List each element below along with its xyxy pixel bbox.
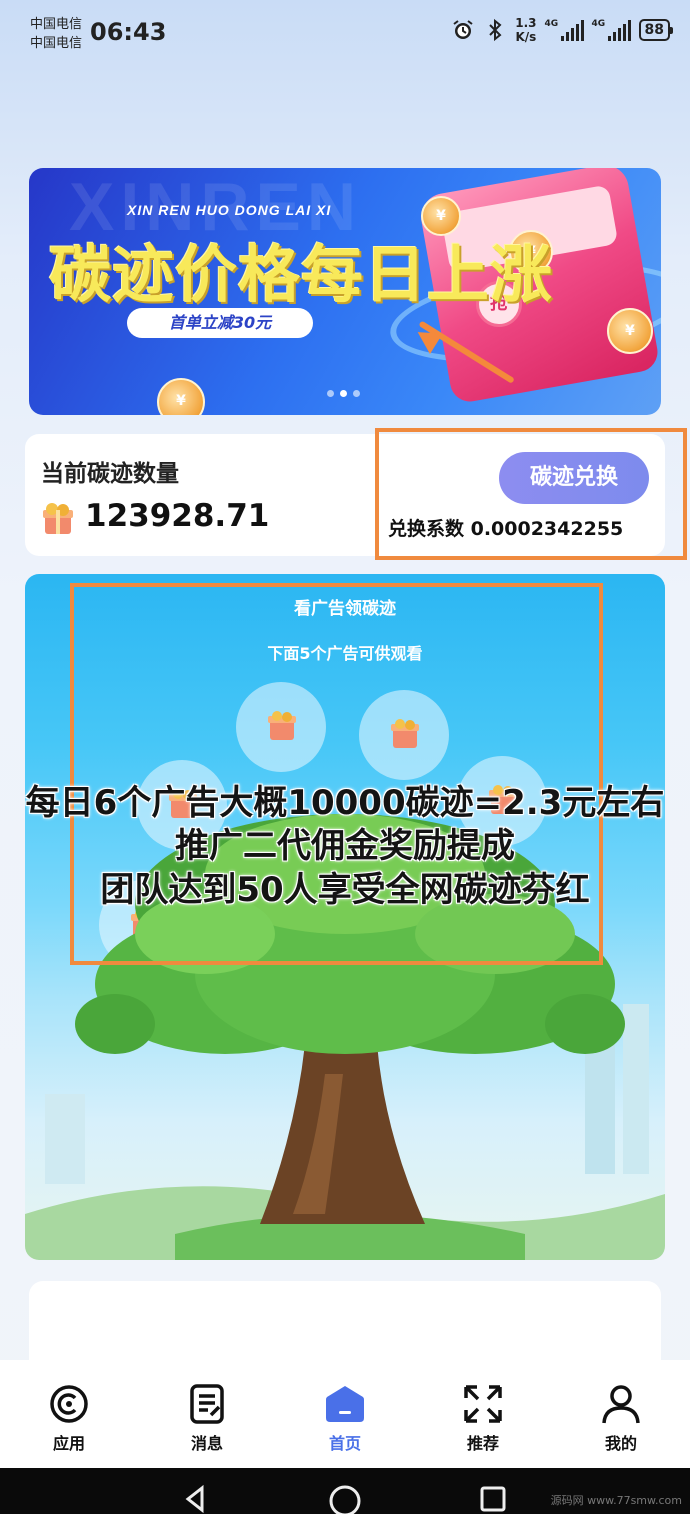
overlay-text-line-2: 推广二代佣金奖励提成 [175, 826, 515, 866]
carousel-dot-active[interactable] [340, 390, 347, 397]
battery-icon: 88 [638, 19, 674, 41]
carrier-2: 中国电信 [30, 36, 83, 51]
overlay-text-line-3: 团队达到50人享受全网碳迹芬红 [100, 870, 590, 910]
recents-icon[interactable] [478, 1484, 508, 1514]
back-icon[interactable] [180, 1484, 210, 1514]
home-icon [326, 1386, 364, 1422]
carousel-indicator[interactable] [327, 390, 360, 397]
tab-label: 应用 [52, 1434, 85, 1453]
overlay-text-line-1: 每日6个广告大概10000碳迹=2.3元左右 [25, 783, 665, 823]
tab-label: 首页 [328, 1434, 361, 1453]
carrier-info: 中国电信 中国电信 [30, 15, 82, 53]
tab-home[interactable]: 首页 [276, 1360, 414, 1468]
signal-type-2: 4G [591, 19, 606, 29]
speed-value: 1.3 [515, 16, 537, 30]
signal-type-1: 4G [544, 19, 559, 29]
clock: 06:43 [90, 18, 167, 46]
recommend-icon [464, 1385, 502, 1423]
coin-icon: ¥ [607, 308, 653, 354]
coin-icon: ¥ [157, 378, 205, 415]
profile-icon [602, 1385, 640, 1424]
tab-messages[interactable]: 消息 [138, 1360, 276, 1468]
network-speed: 1.3 K/s [515, 16, 536, 44]
tab-label: 消息 [190, 1434, 223, 1453]
carousel-dot[interactable] [327, 390, 334, 397]
system-navigation-bar: 源码网 www.77smw.com [0, 1468, 690, 1514]
carrier-1: 中国电信 [30, 17, 83, 32]
watermark: 源码网 www.77smw.com [550, 1494, 682, 1507]
bottom-tab-bar: 应用 消息 首页 推荐 我的 [0, 1360, 690, 1468]
carbon-label: 当前碳迹数量 [41, 461, 179, 487]
promo-banner[interactable]: XINREN 抢 ¥ ¥ ¥ ¥ XIN REN HUO DONG LAI XI… [29, 168, 661, 415]
tab-profile[interactable]: 我的 [552, 1360, 690, 1468]
tab-recommend[interactable]: 推荐 [414, 1360, 552, 1468]
highlight-box-exchange [375, 428, 687, 560]
carousel-dot[interactable] [353, 390, 360, 397]
gift-box-icon [43, 503, 73, 534]
banner-headline: 碳迹价格每日上涨 [49, 238, 554, 311]
tab-apps[interactable]: 应用 [0, 1360, 138, 1468]
apps-icon [50, 1385, 88, 1423]
first-order-discount-pill: 首单立减30元 [127, 308, 313, 338]
status-bar: 中国电信 中国电信 06:43 1.3 K/s 4G 4G 88 [0, 0, 690, 70]
alarm-icon [453, 20, 473, 39]
message-icon [190, 1384, 224, 1424]
carbon-balance-value: 123928.71 [85, 498, 270, 534]
bluetooth-icon [489, 18, 502, 42]
signal-icon: 4G [545, 19, 584, 41]
tab-label: 我的 [604, 1434, 637, 1453]
home-circle-icon[interactable] [328, 1484, 362, 1514]
tab-label: 推荐 [466, 1434, 499, 1453]
status-icons: 1.3 K/s 4G 4G 88 [451, 16, 674, 44]
speed-unit: K/s [515, 30, 537, 44]
signal-icon-2: 4G [592, 19, 631, 41]
banner-subtitle: XIN REN HUO DONG LAI XI [127, 202, 332, 218]
